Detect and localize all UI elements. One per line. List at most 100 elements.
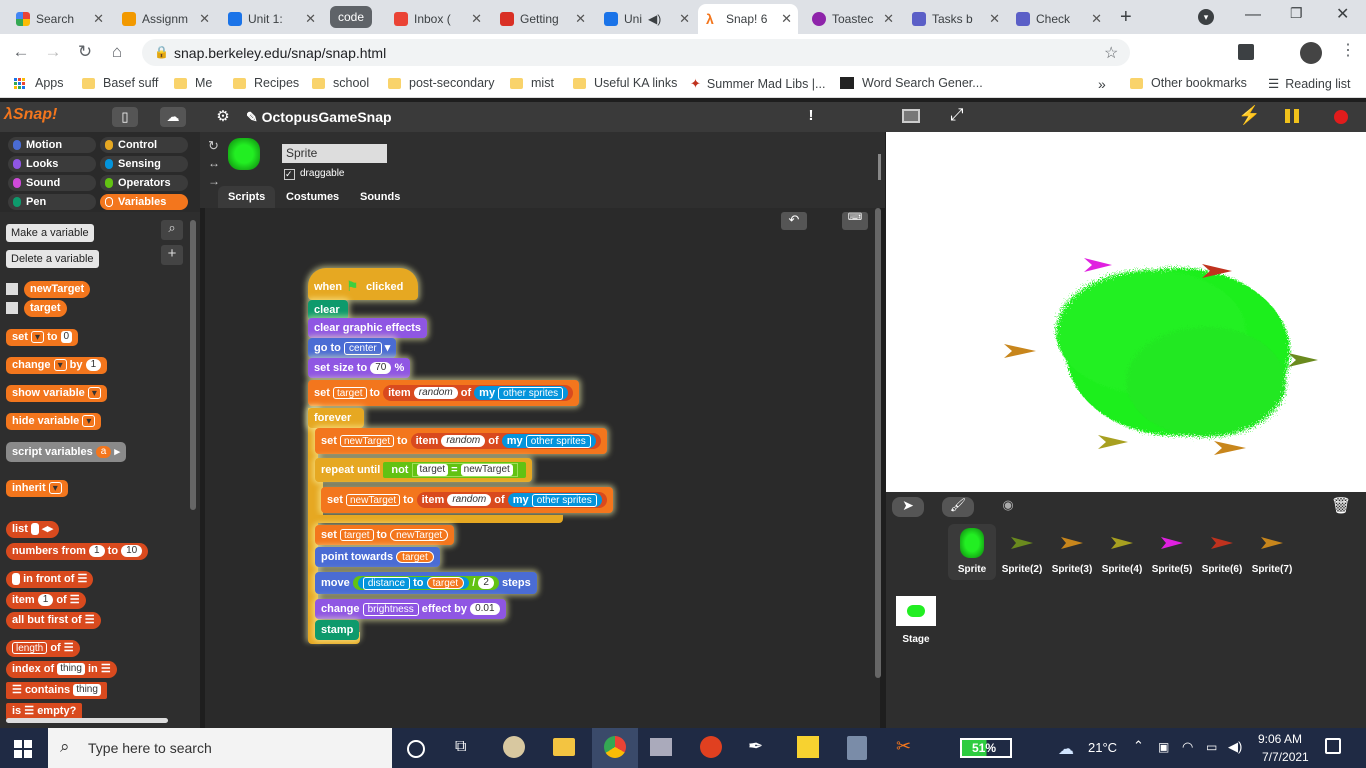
arrows-icon[interactable]: ◂▸ — [42, 523, 53, 535]
contains-block[interactable]: ☰ contains thing — [6, 682, 107, 699]
camera-icon[interactable]: ◉ — [992, 497, 1024, 517]
sprite3-arrow[interactable] — [1004, 344, 1036, 358]
taskbar-search[interactable]: ⌕ Type here to search — [48, 728, 392, 768]
corral-sprite[interactable]: Sprite(7) — [1248, 528, 1296, 575]
set-newTarget-inner-block[interactable]: set newTarget to item random of my other… — [321, 487, 613, 513]
dropdown-icon[interactable]: ▾ — [82, 415, 96, 428]
dropdown-icon[interactable]: ▾ — [87, 387, 101, 400]
show-variable-block[interactable]: show variable ▾ — [6, 385, 107, 402]
close-tab-icon[interactable]: ✕ — [1091, 11, 1102, 27]
app-icon[interactable] — [700, 736, 722, 758]
palette-scrollbar[interactable] — [190, 220, 196, 510]
cortana-icon[interactable] — [407, 740, 425, 758]
stop-icon[interactable] — [1334, 110, 1348, 124]
stage[interactable] — [886, 132, 1366, 492]
category-sensing[interactable]: Sensing — [100, 156, 188, 172]
calculator-icon[interactable] — [847, 736, 867, 760]
tab-group-code[interactable]: code — [330, 6, 373, 28]
new-tab-icon[interactable]: + — [1120, 6, 1132, 29]
pen-app-icon[interactable]: ✒ — [748, 736, 763, 757]
sprite-name-input[interactable]: Sprite — [282, 144, 387, 163]
repeat-until-block[interactable]: repeat until not target = newTarget — [315, 458, 532, 482]
reload-icon[interactable]: ↻ — [74, 41, 96, 63]
variable-target[interactable]: target — [24, 300, 67, 317]
script-variables-block[interactable]: script variables a ▸ — [6, 442, 126, 462]
close-tab-icon[interactable]: ✕ — [575, 11, 586, 27]
bookmark-folder[interactable]: Basef suff — [82, 76, 158, 90]
keyboard-icon[interactable]: ⌨ — [842, 212, 868, 230]
address-bar[interactable]: 🔒 snap.berkeley.edu/snap/snap.html ☆ — [142, 39, 1130, 66]
category-control[interactable]: Control — [100, 137, 188, 153]
corral-sprite[interactable]: Sprite(4) — [1098, 528, 1146, 575]
chrome-app-active[interactable] — [592, 728, 638, 768]
paint-brush-icon[interactable]: 🖌 — [942, 497, 974, 517]
scripts-area[interactable]: ↶ ⌨ when ⚑ clicked clear clear graphic e… — [205, 208, 881, 728]
pause-icon[interactable] — [1285, 109, 1299, 123]
bookmark-folder[interactable]: school — [312, 76, 369, 90]
battery-icon[interactable]: ▭ — [1206, 740, 1217, 754]
change-var-block[interactable]: change ▾ by 1 — [6, 357, 108, 374]
forever-block[interactable]: forever — [308, 408, 364, 428]
numbers-from-block[interactable]: numbers from 1 to 10 — [6, 543, 149, 560]
wifi-icon[interactable]: ◠ — [1182, 739, 1193, 755]
other-bookmarks[interactable]: Other bookmarks — [1130, 76, 1247, 90]
back-icon[interactable]: ← — [10, 41, 32, 63]
corral-sprite[interactable]: Sprite(2) — [998, 528, 1046, 575]
corral-sprite[interactable]: Sprite — [948, 524, 996, 580]
file-menu-icon[interactable]: ▯ — [112, 107, 138, 127]
avatar[interactable] — [1300, 42, 1322, 64]
extensions-icon[interactable] — [1238, 44, 1254, 60]
length-of-block[interactable]: length of ☰ — [6, 640, 80, 657]
sprite4-arrow[interactable] — [1098, 435, 1128, 449]
close-tab-icon[interactable]: ✕ — [199, 11, 210, 27]
sprite5-arrow[interactable] — [1084, 258, 1112, 272]
file-explorer-icon[interactable] — [553, 738, 575, 756]
arrow-right-icon[interactable]: ▸ — [114, 446, 120, 458]
bookmark-folder[interactable]: Useful KA links — [573, 76, 677, 90]
bookmark-link[interactable]: ✦ Summer Mad Libs |... — [690, 76, 825, 92]
pane-splitter[interactable] — [878, 154, 881, 180]
new-turtle-icon[interactable]: ➤ — [892, 497, 924, 517]
all-but-first-block[interactable]: all but first of ☰ — [6, 612, 101, 629]
lock-icon[interactable]: 🔒 — [154, 45, 169, 59]
browser-tab[interactable]: Toastec ✕ — [804, 4, 900, 34]
item-of-block[interactable]: item 1 of ☰ — [6, 592, 86, 609]
browser-tab[interactable]: Inbox (✕ — [386, 4, 488, 34]
move-steps-block[interactable]: move distance to target / 2 steps — [315, 572, 537, 594]
bookmark-apps[interactable]: Apps — [14, 76, 64, 90]
close-window-icon[interactable]: ✕ — [1336, 4, 1349, 24]
dropdown-icon[interactable]: ▾ — [53, 359, 67, 372]
sticky-notes-icon[interactable] — [797, 736, 819, 758]
close-tab-icon[interactable]: ✕ — [93, 11, 104, 27]
snipping-icon[interactable]: ✂ — [896, 736, 911, 757]
home-icon[interactable]: ⌂ — [106, 41, 128, 63]
tab-sounds[interactable]: Sounds — [350, 186, 410, 208]
minimize-icon[interactable]: — — [1245, 6, 1261, 24]
delete-variable-button[interactable]: Delete a variable — [6, 250, 99, 268]
clock-time[interactable]: 9:06 AM — [1258, 732, 1302, 746]
scripts-scrollbar[interactable] — [875, 208, 881, 678]
in-front-of-block[interactable]: in front of ☰ — [6, 571, 94, 588]
battery-meter[interactable]: 51% — [960, 738, 1012, 758]
menu-icon[interactable]: ⋮ — [1340, 40, 1356, 60]
close-tab-icon[interactable]: ✕ — [883, 11, 894, 27]
close-tab-icon[interactable]: ✕ — [989, 11, 1000, 27]
close-tab-icon[interactable]: ✕ — [679, 11, 690, 27]
set-newTarget-block[interactable]: set newTarget to item random of my other… — [315, 428, 607, 454]
variable-newTarget[interactable]: newTarget — [24, 281, 91, 298]
browser-tab[interactable]: Getting ✕ — [492, 4, 592, 34]
settings-gear-icon[interactable]: ⚙ — [212, 107, 234, 127]
sprite2-arrow[interactable] — [1288, 353, 1318, 367]
task-view-icon[interactable]: ⧉ — [455, 738, 466, 756]
chevron-up-icon[interactable]: ⌃ — [1133, 738, 1144, 754]
close-tab-icon[interactable]: ✕ — [305, 11, 316, 27]
dropdown-icon[interactable]: ▾ — [48, 482, 62, 495]
paint-app-icon[interactable] — [503, 736, 525, 758]
dropdown-icon[interactable]: ▾ — [30, 331, 44, 344]
category-sound[interactable]: Sound — [8, 175, 96, 191]
category-pen[interactable]: Pen — [8, 194, 96, 210]
unused-blocks-icon[interactable]: ! — [800, 107, 822, 127]
index-of-block[interactable]: index of thing in ☰ — [6, 661, 117, 678]
hide-variable-block[interactable]: hide variable ▾ — [6, 413, 102, 430]
make-variable-button[interactable]: Make a variable — [6, 224, 94, 242]
